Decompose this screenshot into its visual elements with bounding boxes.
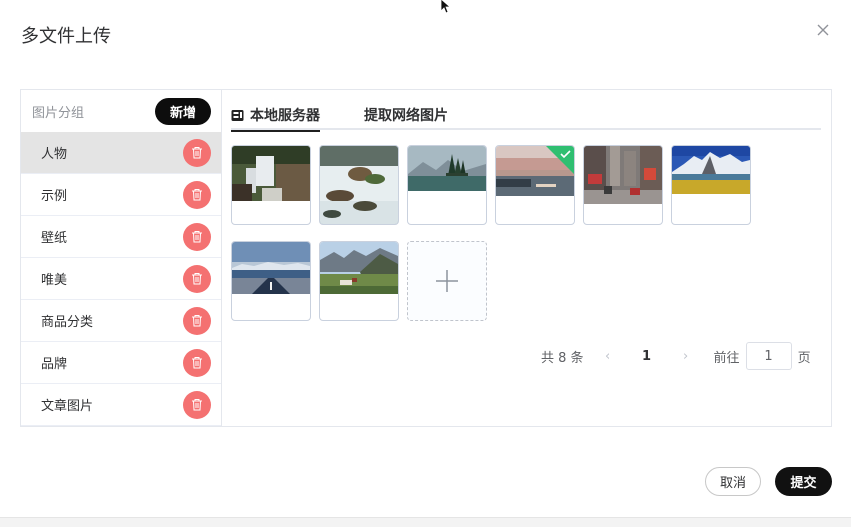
trash-icon (192, 189, 202, 201)
upload-panel: 图片分组 新增 人物 示例 壁纸 唯美 商品分类 品牌 文章图片 本地服务器 提取 (20, 89, 832, 427)
image-thumb[interactable] (231, 145, 311, 225)
image-thumb[interactable] (319, 145, 399, 225)
delete-group-button[interactable] (183, 138, 211, 167)
trash-icon (192, 399, 202, 411)
sidebar-item-label: 示例 (41, 189, 68, 204)
group-sidebar: 图片分组 新增 人物示例壁纸唯美商品分类品牌文章图片 (21, 90, 222, 426)
delete-group-button[interactable] (183, 264, 211, 293)
mouse-cursor-icon (440, 0, 452, 14)
delete-group-button[interactable] (183, 180, 211, 209)
goto-prefix: 前往 (713, 350, 740, 366)
sidebar-item[interactable]: 壁纸 (21, 216, 221, 258)
trash-icon (192, 315, 202, 327)
cancel-button[interactable]: 取消 (705, 467, 761, 496)
group-list: 人物示例壁纸唯美商品分类品牌文章图片 (21, 132, 221, 426)
image-thumb[interactable] (319, 241, 399, 321)
sidebar-item-label: 壁纸 (41, 231, 68, 246)
pagination: 共 8 条 ‹ 1 › 前往 页 (541, 342, 811, 370)
image-thumb[interactable] (671, 145, 751, 225)
sidebar-item-label: 品牌 (41, 357, 68, 372)
image-thumb-selected[interactable] (495, 145, 575, 225)
image-thumb[interactable] (583, 145, 663, 225)
sidebar-item[interactable]: 品牌 (21, 342, 221, 384)
tab-network-image[interactable]: 提取网络图片 (364, 100, 448, 130)
page-number[interactable]: 1 (622, 349, 672, 364)
trash-icon (192, 231, 202, 243)
add-group-button[interactable]: 新增 (155, 97, 211, 125)
sidebar-header: 图片分组 新增 (21, 90, 221, 132)
pagination-total: 共 8 条 (541, 350, 584, 366)
image-area: 本地服务器 提取网络图片 共 8 条 ‹ 1 › 前往 1 页 (231, 90, 821, 426)
backdrop-bottom-strip (0, 517, 851, 527)
sidebar-title: 图片分组 (32, 105, 85, 121)
sidebar-item[interactable]: 文章图片 (21, 384, 221, 426)
sidebar-item[interactable]: 示例 (21, 174, 221, 216)
image-thumb[interactable] (407, 145, 487, 225)
goto-page-input[interactable] (745, 342, 792, 370)
sidebar-item-label: 唯美 (41, 273, 68, 288)
server-icon (231, 109, 244, 121)
sidebar-item-label: 文章图片 (41, 399, 94, 414)
trash-icon (192, 357, 202, 369)
plus-icon (436, 270, 458, 292)
image-thumb[interactable] (231, 241, 311, 321)
sidebar-item-label: 商品分类 (41, 315, 94, 330)
close-icon[interactable] (815, 22, 831, 38)
tab-label: 提取网络图片 (364, 108, 448, 124)
tab-label: 本地服务器 (250, 108, 320, 124)
upload-image-button[interactable] (407, 241, 487, 321)
trash-icon (192, 147, 202, 159)
delete-group-button[interactable] (183, 222, 211, 251)
next-page-icon[interactable]: › (672, 349, 700, 364)
delete-group-button[interactable] (183, 348, 211, 377)
sidebar-item-label: 人物 (41, 147, 68, 162)
delete-group-button[interactable] (183, 306, 211, 335)
tab-local-server[interactable]: 本地服务器 (231, 100, 320, 132)
sidebar-item[interactable]: 唯美 (21, 258, 221, 300)
dialog-title: 多文件上传 (21, 26, 111, 47)
upload-dialog: 多文件上传 图片分组 新增 人物 示例 壁纸 唯美 商品分类 品牌 文章图片 本… (0, 0, 851, 517)
trash-icon (192, 273, 202, 285)
goto-suffix: 页 (797, 350, 811, 366)
delete-group-button[interactable] (183, 390, 211, 419)
sidebar-item[interactable]: 商品分类 (21, 300, 221, 342)
sidebar-item[interactable]: 人物 (21, 132, 221, 174)
submit-button[interactable]: 提交 (775, 467, 832, 496)
source-tabs: 本地服务器 提取网络图片 (231, 100, 821, 132)
prev-page-icon[interactable]: ‹ (594, 349, 622, 364)
